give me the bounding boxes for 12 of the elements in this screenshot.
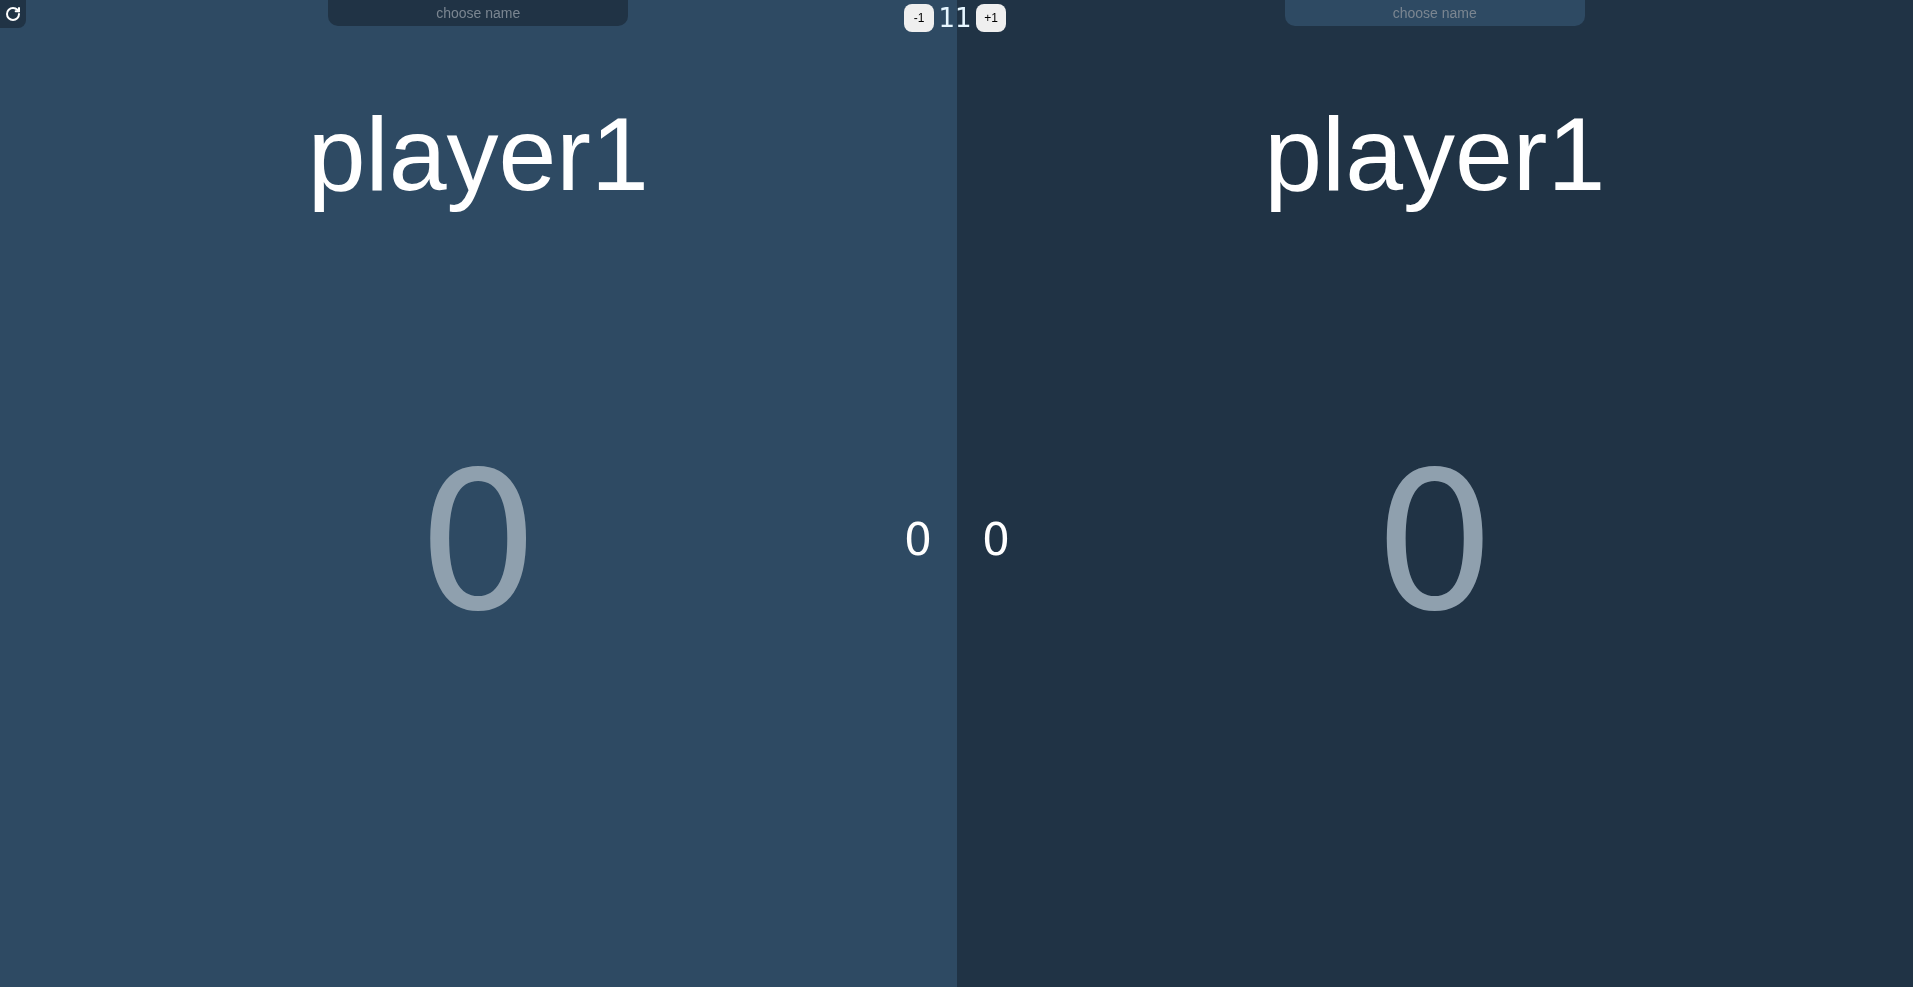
games-won: 0	[904, 518, 932, 562]
increment-button[interactable]: +1	[976, 4, 1006, 32]
name-input-field[interactable]: choose name	[1284, 0, 1585, 26]
player-name: player1	[307, 95, 649, 214]
name-input-field[interactable]: choose name	[328, 0, 629, 26]
reset-button[interactable]	[0, 0, 26, 28]
refresh-icon	[5, 6, 21, 22]
games-won: 0	[982, 518, 1010, 562]
decrement-button[interactable]: -1	[904, 4, 934, 32]
target-score: 11	[938, 5, 972, 31]
point-score[interactable]: 0	[1374, 428, 1496, 657]
player-name: player1	[1264, 95, 1606, 214]
